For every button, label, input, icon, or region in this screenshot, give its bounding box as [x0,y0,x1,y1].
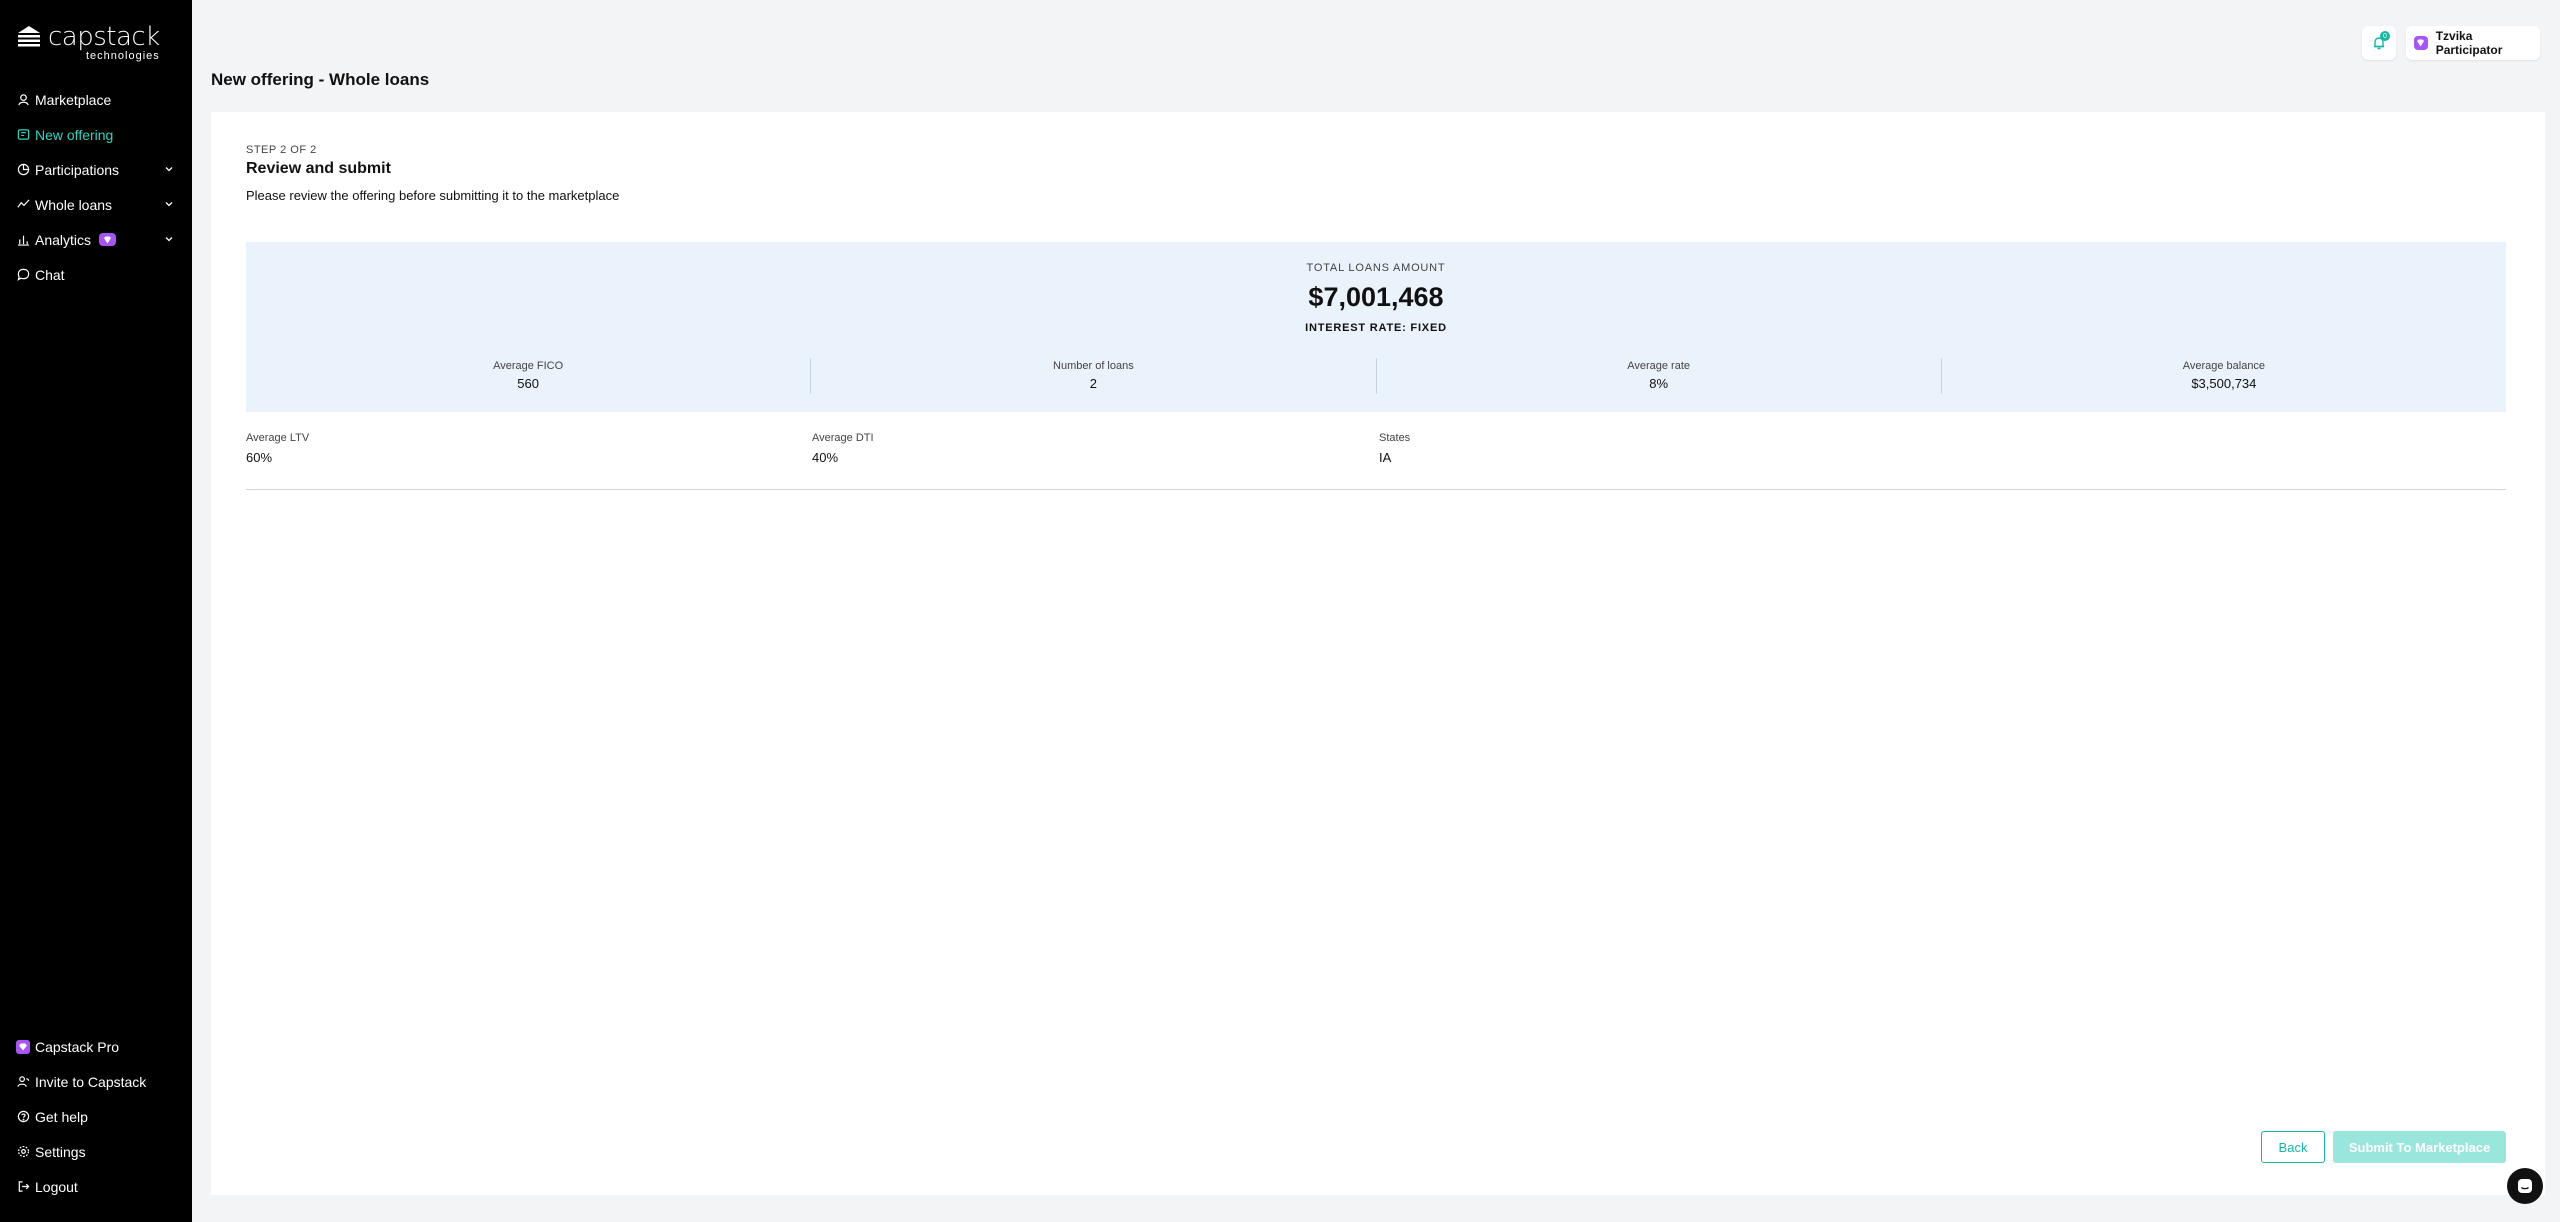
step-indicator: STEP 2 OF 2 [246,144,317,156]
stat-label: Number of loans [1053,360,1134,372]
user-name: Tzvika Participator [2435,29,2503,57]
brand-name: capstack [48,22,160,52]
stat-label: Average FICO [493,360,564,372]
detail-value: 60% [246,450,273,465]
sidebar: capstack technologies Marketplace New of… [0,0,192,1222]
chat-icon [16,268,30,282]
invite-icon [16,1075,30,1089]
sidebar-item-label: Logout [35,1178,78,1195]
notifications-button[interactable]: 0 [2362,26,2396,60]
chevron-down-icon[interactable] [164,234,174,244]
sidebar-item-marketplace[interactable]: Marketplace [0,82,192,117]
summary-stats: Average FICO 560 Number of loans 2 Avera… [246,358,2506,394]
sidebar-item-label: Get help [35,1108,88,1125]
sidebar-item-label: Participations [35,161,120,178]
sidebar-item-whole-loans[interactable]: Whole loans [0,187,192,222]
sidebar-bottom-nav: Capstack Pro Invite to Capstack Get help… [0,1029,192,1204]
stat-label: Average balance [2182,360,2266,372]
sidebar-item-label: Whole loans [35,196,113,213]
sidebar-item-chat[interactable]: Chat [0,257,192,292]
detail-average-ltv: Average LTV 60% [246,432,309,465]
marketplace-icon [16,93,30,107]
sidebar-item-logout[interactable]: Logout [0,1169,192,1204]
loan-details-row: Average LTV 60% Average DTI 40% States I… [246,432,2506,490]
sidebar-item-label: New offering [35,126,114,143]
pro-badge-icon [2414,36,2428,50]
step-title: Review and submit [246,160,391,177]
help-icon [16,1110,30,1124]
settings-icon [16,1145,30,1159]
total-loans-label: TOTAL LOANS AMOUNT [1306,262,1446,274]
total-loans-value: $7,001,468 [1308,282,1444,312]
logout-icon [16,1180,30,1194]
main-nav: Marketplace New offering Participations … [0,82,192,292]
submit-to-marketplace-button[interactable]: Submit To Marketplace [2333,1131,2506,1163]
back-button[interactable]: Back [2261,1131,2325,1163]
stat-value: 2 [1089,376,1097,391]
stat-average-balance: Average balance $3,500,734 [1942,358,2506,394]
stat-value: 560 [517,376,539,391]
logo-mark-icon [18,26,40,47]
stat-value: $3,500,734 [2191,376,2257,391]
sidebar-item-label: Capstack Pro [35,1038,120,1055]
capstack-logo[interactable]: capstack technologies [16,24,160,62]
new-offering-icon [16,128,30,142]
stat-number-of-loans: Number of loans 2 [811,358,1377,394]
interest-rate-label: INTEREST RATE: FIXED [1305,322,1447,334]
page-title: New offering - Whole loans [211,70,430,89]
pro-icon [16,1039,30,1054]
sidebar-item-label: Settings [35,1143,86,1160]
chevron-down-icon[interactable] [164,164,174,174]
stat-average-fico: Average FICO 560 [246,358,812,394]
sidebar-item-label: Marketplace [35,91,112,108]
sidebar-item-invite[interactable]: Invite to Capstack [0,1064,192,1099]
sidebar-item-settings[interactable]: Settings [0,1134,192,1169]
detail-label: Average LTV [246,432,310,444]
sidebar-item-analytics[interactable]: Analytics [0,222,192,257]
review-card: STEP 2 OF 2 Review and submit Please rev… [211,112,2545,1195]
notification-count-badge: 0 [2380,31,2390,41]
sidebar-item-participations[interactable]: Participations [0,152,192,187]
loan-summary-panel: TOTAL LOANS AMOUNT $7,001,468 INTEREST R… [246,242,2506,412]
sidebar-item-new-offering[interactable]: New offering [0,117,192,152]
stat-value: 8% [1649,376,1669,391]
sidebar-item-label: Analytics [35,231,92,248]
chevron-down-icon[interactable] [164,199,174,209]
detail-states: States IA [1379,432,1410,465]
sidebar-item-capstack-pro[interactable]: Capstack Pro [0,1029,192,1064]
analytics-icon [16,233,30,247]
whole-loans-icon [16,198,30,212]
sidebar-item-label: Invite to Capstack [35,1073,147,1090]
detail-average-dti: Average DTI 40% [812,432,874,465]
brand-sub: technologies [85,50,160,62]
detail-value: 40% [812,450,839,465]
user-menu-button[interactable]: Tzvika Participator [2406,26,2540,60]
chat-bubble-icon [2518,1179,2532,1193]
sidebar-item-get-help[interactable]: Get help [0,1099,192,1134]
stat-average-rate: Average rate 8% [1377,358,1942,394]
step-subtitle: Please review the offering before submit… [246,188,620,203]
pro-badge-icon [99,233,117,246]
stat-label: Average rate [1627,360,1691,372]
participations-icon [16,163,30,177]
chat-launcher-button[interactable] [2507,1168,2543,1204]
sidebar-item-label: Chat [35,266,65,283]
detail-label: Average DTI [812,432,874,444]
detail-label: States [1379,432,1411,444]
detail-value: IA [1379,450,1392,465]
